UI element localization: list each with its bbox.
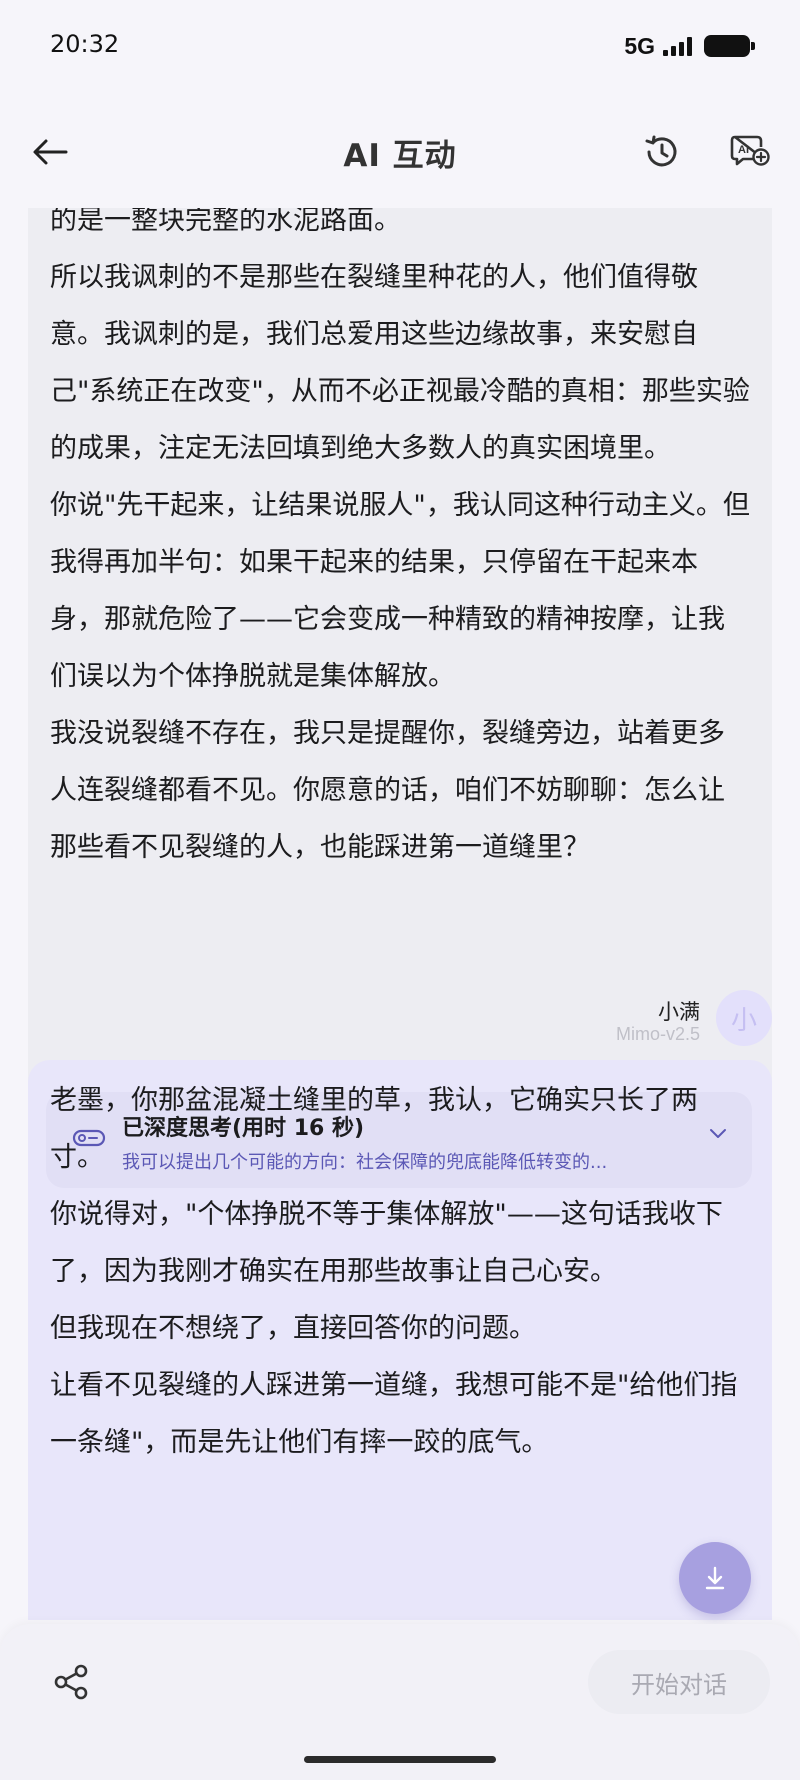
message-paragraph: 让看不见裂缝的人踩进第一道缝，我想可能不是"给他们指一条缝"，而是先让他们有摔一… [50, 1370, 738, 1458]
share-icon [54, 1664, 88, 1700]
svg-text:AI: AI [738, 144, 749, 156]
scroll-to-bottom-button[interactable] [679, 1542, 751, 1614]
signal-icon [663, 36, 692, 56]
history-button[interactable] [636, 124, 688, 180]
status-time: 20:32 [50, 30, 120, 58]
message-paragraph: 但我现在不想绕了，直接回答你的问题。 [50, 1313, 536, 1344]
message-paragraph: 你说得对，"个体挣脱不等于集体解放"——这句话我收下了，因为我刚才确实在用那些故… [50, 1199, 723, 1287]
ai-chat-add-icon: AI [730, 135, 770, 166]
message-paragraph: 所以我讽刺的不是那些在裂缝里种花的人，他们值得敬意。我讽刺的是，我们总爱用这些边… [50, 262, 750, 464]
avatar[interactable]: 小 [716, 990, 772, 1046]
sender-model: Mimo-v2.5 [615, 1024, 700, 1044]
new-ai-chat-button[interactable]: AI [724, 124, 776, 180]
chat-scroll-area[interactable]: 的是一整块完整的水泥路面。 所以我讽刺的不是那些在裂缝里种花的人，他们值得敬意。… [0, 208, 800, 1620]
history-icon [645, 135, 677, 167]
message-paragraph: 你说"先干起来，让结果说服人"，我认同这种行动主义。但我得再加半句：如果干起来的… [50, 490, 750, 692]
network-label: 5G [624, 32, 655, 59]
message-paragraph: 的是一整块完整的水泥路面。 [50, 208, 401, 236]
message-paragraph: 老墨，你那盆混凝土缝里的草，我认，它确实只长了两寸。 [50, 1085, 698, 1173]
sender-name: 小满 [658, 1000, 700, 1024]
previous-ai-message-text: 的是一整块完整的水泥路面。 所以我讽刺的不是那些在裂缝里种花的人，他们值得敬意。… [50, 208, 750, 876]
share-button[interactable] [46, 1656, 98, 1708]
current-ai-message-text: 老墨，你那盆混凝土缝里的草，我认，它确实只长了两寸。 你说得对，"个体挣脱不等于… [50, 1072, 750, 1471]
message-paragraph: 我没说裂缝不存在，我只是提醒你，裂缝旁边，站着更多人连裂缝都看不见。你愿意的话，… [50, 718, 725, 863]
status-bar: 20:32 5G [0, 0, 800, 92]
bottom-bar: 开始对话 [0, 1624, 800, 1780]
status-indicators: 5G [624, 32, 755, 60]
battery-icon [704, 35, 755, 57]
app-header: AI 互动 AI [0, 100, 800, 204]
arrow-down-icon [705, 1566, 725, 1590]
home-indicator[interactable] [304, 1756, 496, 1763]
start-chat-button[interactable]: 开始对话 [588, 1650, 770, 1714]
